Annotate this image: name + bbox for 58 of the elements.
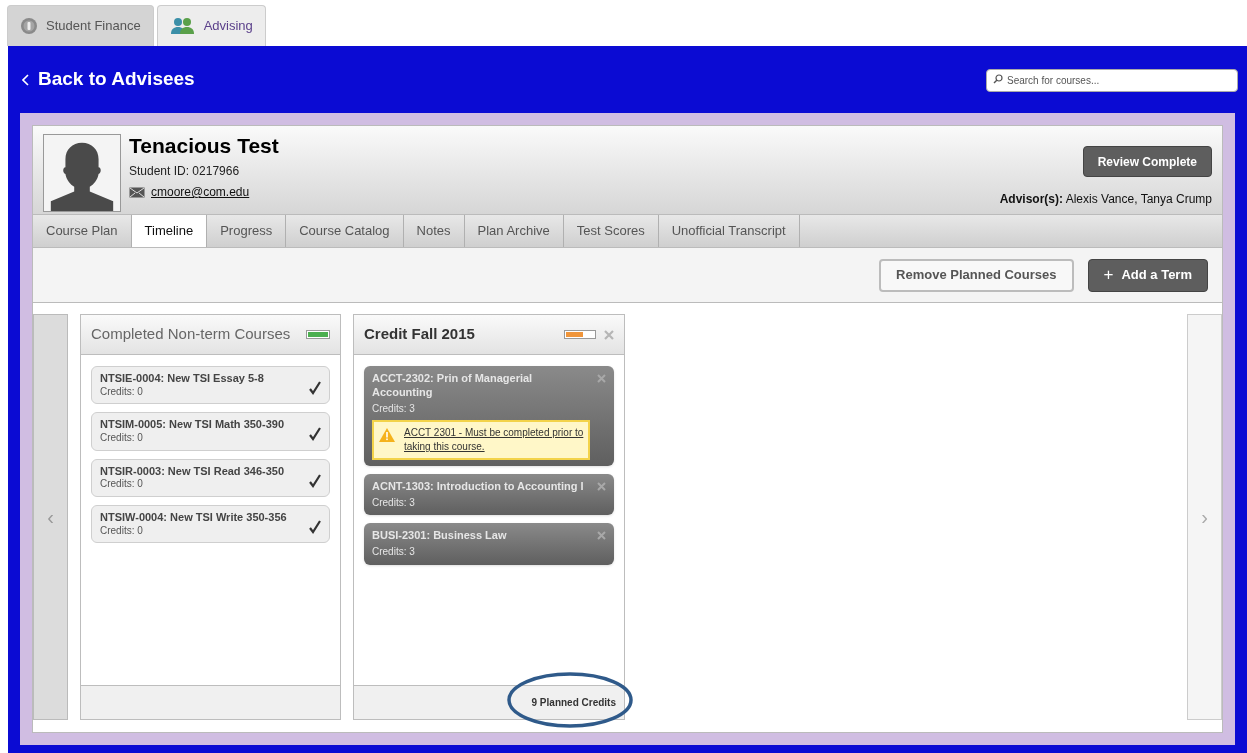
- back-chevron-icon: [22, 73, 30, 86]
- planned-credits: 9 Planned Credits: [531, 696, 616, 710]
- search-icon: [993, 74, 1003, 84]
- course-credits: Credits: 0: [100, 385, 144, 399]
- course-credits: Credits: 3: [372, 496, 416, 510]
- tab[interactable]: Test Scores: [563, 215, 659, 247]
- course-title: NTSIR-0003: New TSI Read 346-350: [100, 464, 286, 479]
- course-title: NTSIM-0005: New TSI Math 350-390: [100, 418, 285, 432]
- course-title: BUSI-2301: Business Law: [372, 529, 508, 543]
- advisors: Advisor(s): Alexis Vance, Tanya Crump: [999, 191, 1212, 208]
- warning-icon: [378, 427, 396, 443]
- check-icon: [309, 381, 321, 395]
- tab[interactable]: Plan Archive: [464, 215, 564, 247]
- search-field[interactable]: Search for courses...: [986, 69, 1238, 92]
- term-title: Credit Fall 2015: [364, 324, 475, 345]
- close-icon[interactable]: [597, 531, 606, 541]
- course-card[interactable]: NTSIW-0004: New TSI Write 350-356 Credits: 0: [91, 504, 330, 543]
- add-term-button[interactable]: + Add a Term: [1087, 258, 1208, 292]
- course-credits: Credits: 0: [100, 478, 144, 491]
- back-link[interactable]: Back to Advisees: [22, 65, 195, 94]
- course-card[interactable]: BUSI-2301: Business Law Credits: 3: [364, 523, 614, 565]
- course-card[interactable]: NTSIE-0004: New TSI Essay 5-8 Credits: 0: [91, 366, 330, 405]
- course-card[interactable]: NTSIM-0005: New TSI Math 350-390 Credits: 0: [91, 412, 330, 451]
- course-title: NTSIE-0004: New TSI Essay 5-8: [100, 372, 265, 386]
- course-title: ACNT-1303: Introduction to Accounting I: [372, 480, 585, 494]
- tab[interactable]: Course Catalog: [286, 215, 404, 247]
- course-credits: Credits: 3: [372, 402, 416, 415]
- review-complete-button[interactable]: Review Complete: [1082, 146, 1212, 177]
- app-tab[interactable]: Advising: [156, 5, 266, 46]
- check-icon: [309, 519, 321, 534]
- tab[interactable]: Progress: [207, 215, 287, 247]
- remove-planned-courses-button[interactable]: Remove Planned Courses: [879, 258, 1074, 292]
- people-icon: [169, 17, 196, 35]
- course-credits: Credits: 0: [100, 524, 144, 537]
- mail-icon: [129, 186, 145, 198]
- check-icon: [309, 427, 321, 442]
- student-id: Student ID: 0217966: [129, 163, 241, 180]
- student-name: Tenacious Test: [129, 134, 279, 158]
- course-title: NTSIW-0004: New TSI Write 350-356: [100, 510, 288, 525]
- course-credits: Credits: 0: [100, 432, 144, 445]
- close-icon[interactable]: [597, 482, 606, 491]
- prerequisite-link[interactable]: ACCT 2301 - Must be completed prior to taking this course.: [404, 426, 584, 454]
- tab[interactable]: Timeline: [131, 215, 208, 247]
- tab[interactable]: Course Plan: [33, 215, 132, 247]
- check-icon: [309, 473, 321, 488]
- term-title: Completed Non-term Courses: [91, 324, 291, 345]
- tab[interactable]: Notes: [403, 215, 465, 247]
- tab[interactable]: Unofficial Transcript: [658, 215, 800, 247]
- coin-icon: [20, 17, 38, 35]
- close-icon[interactable]: [604, 329, 614, 340]
- course-title: ACCT-2302: Prin of Managerial Accounting: [372, 372, 534, 400]
- app-tab[interactable]: Student Finance: [7, 5, 154, 46]
- email-link[interactable]: cmoore@com.edu: [151, 183, 250, 201]
- course-card[interactable]: NTSIR-0003: New TSI Read 346-350 Credits: 0: [91, 458, 330, 497]
- course-card[interactable]: ACNT-1303: Introduction to Accounting I Credits: 3: [364, 474, 614, 516]
- course-credits: Credits: 3: [372, 546, 416, 559]
- close-icon[interactable]: [597, 374, 606, 383]
- course-card[interactable]: ACCT-2302: Prin of Managerial Accounting Credits: 3 ACCT 2301 - Must be completed prior to taking this course.: [364, 366, 614, 466]
